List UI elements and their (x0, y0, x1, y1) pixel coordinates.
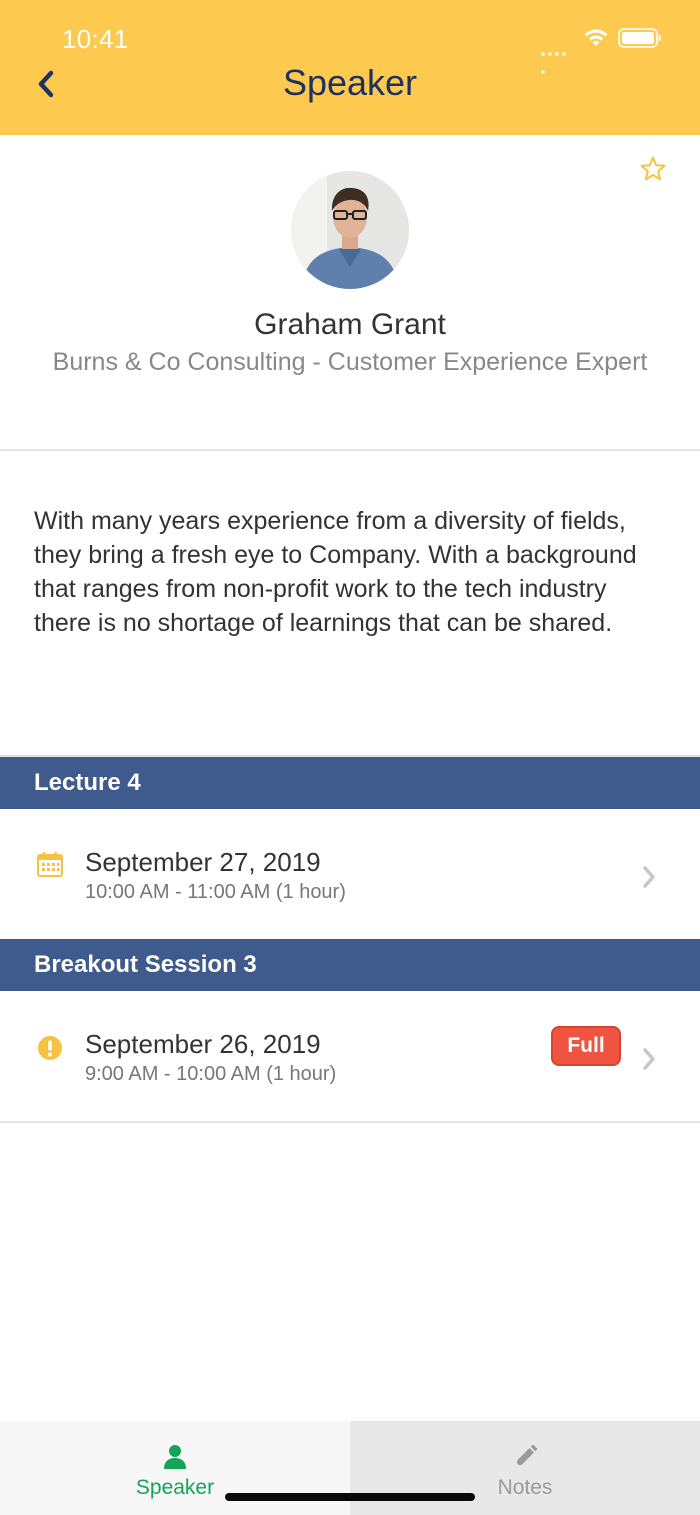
session-header-breakout: Breakout Session 3 (0, 939, 700, 991)
avatar (291, 171, 409, 289)
home-indicator (225, 1493, 475, 1501)
session-header-lecture: Lecture 4 (0, 757, 700, 809)
star-outline-icon[interactable] (639, 155, 667, 183)
status-badge: Full (551, 1026, 621, 1066)
chevron-right-icon (643, 1048, 655, 1070)
alert-icon (38, 1036, 62, 1060)
speaker-bio: With many years experience from a divers… (34, 507, 637, 637)
divider (0, 1121, 700, 1123)
app-header: 10:41 Speaker (0, 0, 700, 135)
page-title: Speaker (282, 62, 418, 103)
speaker-name: Graham Grant (254, 308, 446, 341)
calendar-icon (37, 852, 63, 877)
speaker-role: Burns & Co Consulting - Customer Experie… (52, 348, 648, 376)
battery-icon (618, 28, 661, 48)
session-time: 9:00 AM - 10:00 AM (1 hour) (85, 1063, 337, 1085)
session-date: September 26, 2019 (85, 1029, 321, 1059)
wifi-icon (584, 29, 608, 46)
chevron-right-icon (643, 866, 655, 888)
session-time: 10:00 AM - 11:00 AM (1 hour) (85, 881, 346, 903)
signal-icon (541, 43, 573, 74)
speaker-profile: Graham Grant Burns & Co Consulting - Cus… (0, 135, 700, 451)
session-row-lecture[interactable]: September 27, 2019 10:00 AM - 11:00 AM (… (0, 809, 700, 939)
status-time: 10:41 (62, 24, 129, 54)
session-row-breakout[interactable]: September 26, 2019 9:00 AM - 10:00 AM (1… (0, 991, 700, 1121)
session-date: September 27, 2019 (85, 847, 321, 877)
pencil-icon (515, 1444, 538, 1467)
person-icon (164, 1445, 186, 1469)
